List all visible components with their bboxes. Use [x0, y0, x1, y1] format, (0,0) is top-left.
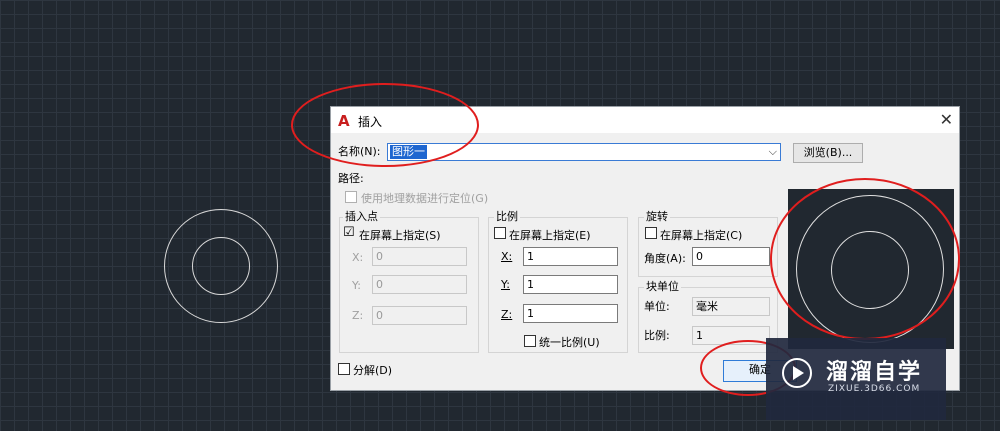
insertion-z-label: Z:	[352, 309, 364, 322]
geo-label: 使用地理数据进行定位(G)	[361, 192, 489, 205]
watermark-brand: 溜溜自学	[826, 360, 923, 385]
explode-checkbox[interactable]	[338, 363, 350, 375]
scale-onscreen-label: 在屏幕上指定(E)	[509, 229, 591, 242]
browse-button[interactable]: 浏览(B)...	[793, 143, 863, 163]
watermark-site: ZIXUE.3D66.COM	[828, 384, 921, 394]
scale-x-input[interactable]: 1	[523, 247, 618, 266]
watermark: 溜溜自学 ZIXUE.3D66.COM	[766, 338, 946, 420]
scale-z-label: Z:	[501, 308, 513, 321]
annotation-circle-preview	[770, 178, 960, 340]
rotation-title: 旋转	[644, 210, 670, 223]
insertion-point-title: 插入点	[343, 210, 380, 223]
path-label: 路径:	[338, 172, 364, 185]
rotation-angle-input[interactable]: 0	[692, 247, 770, 266]
insertion-onscreen-label: 在屏幕上指定(S)	[359, 229, 441, 242]
scale-onscreen-checkbox[interactable]	[494, 227, 506, 239]
factor-label: 比例:	[644, 329, 670, 342]
block-unit-title: 块单位	[644, 280, 681, 293]
insertion-onscreen-checkbox[interactable]: ☑	[343, 225, 355, 240]
rotation-angle-label: 角度(A):	[644, 252, 686, 265]
insertion-y-input[interactable]: 0	[372, 275, 467, 294]
chevron-down-icon[interactable]: ⌵	[769, 145, 777, 159]
insertion-x-input[interactable]: 0	[372, 247, 467, 266]
drawing-inner-circle	[192, 237, 250, 295]
unit-label: 单位:	[644, 300, 670, 313]
scale-y-input[interactable]: 1	[523, 275, 618, 294]
annotation-circle-title	[291, 83, 479, 167]
insertion-x-label: X:	[352, 251, 364, 264]
scale-title: 比例	[494, 210, 520, 223]
unit-value: 毫米	[692, 297, 770, 316]
play-icon	[782, 358, 812, 388]
rotation-onscreen-label: 在屏幕上指定(C)	[660, 229, 743, 242]
uniform-scale-label: 统一比例(U)	[539, 336, 600, 349]
rotation-onscreen-checkbox[interactable]	[645, 227, 657, 239]
scale-z-input[interactable]: 1	[523, 304, 618, 323]
geo-checkbox[interactable]	[345, 191, 357, 203]
explode-label: 分解(D)	[353, 364, 393, 377]
scale-x-label: X:	[501, 250, 513, 263]
uniform-scale-checkbox[interactable]	[524, 335, 536, 347]
insertion-z-input[interactable]: 0	[372, 306, 467, 325]
close-icon[interactable]: ✕	[940, 110, 953, 129]
scale-y-label: Y:	[501, 278, 510, 291]
insertion-y-label: Y:	[352, 279, 361, 292]
